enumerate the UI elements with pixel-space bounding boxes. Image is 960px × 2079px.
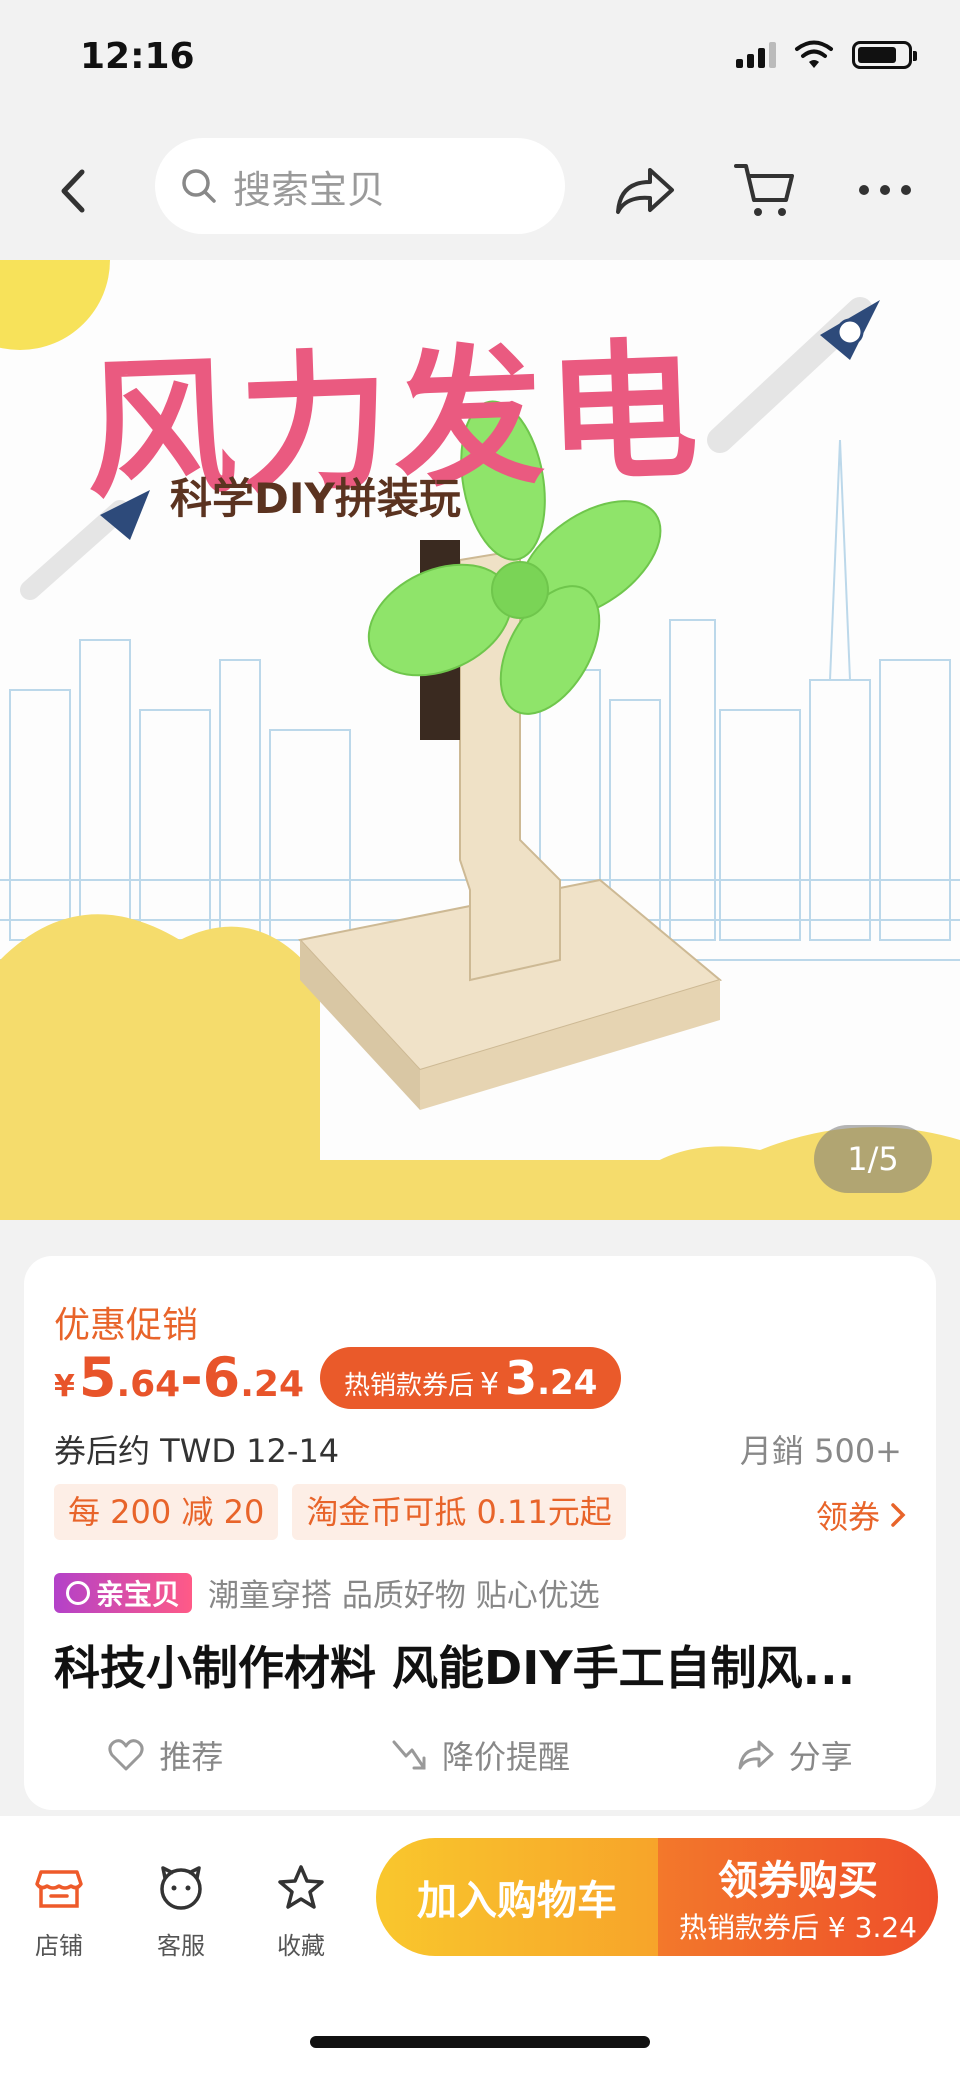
store-label: 店铺: [35, 1932, 83, 1960]
price-range: ¥ 5 .64 - 6 .24: [54, 1346, 304, 1409]
promo-tag: 淘金币可抵 0.11元起: [292, 1484, 626, 1540]
heart-icon: [108, 1739, 144, 1771]
customer-service-label: 客服: [157, 1932, 205, 1960]
customer-service-icon: [160, 1866, 202, 1910]
buy-label: 领券购买: [718, 1858, 878, 1904]
price-high-int: 6: [202, 1346, 241, 1409]
price-row: ¥ 5 .64 - 6 .24 热销款券后 ¥ 3 .24: [54, 1346, 622, 1409]
add-to-cart-button[interactable]: 加入购物车: [376, 1838, 658, 1956]
product-image-carousel[interactable]: 风力发电 科学DIY拼装玩 1/5: [0, 260, 960, 1220]
coupon-buy-button[interactable]: 领券购买 热销款券后 ¥ 3.24: [658, 1838, 938, 1956]
back-icon[interactable]: [50, 166, 100, 216]
share-label: 分享: [788, 1738, 853, 1776]
customer-service-tab[interactable]: 客服: [136, 1862, 226, 1961]
brand-row: 亲宝贝 潮童穿搭 品质好物 贴心优选: [54, 1570, 600, 1615]
action-row: 推荐 降价提醒 分享: [24, 1732, 936, 1778]
price-high-dec: .24: [240, 1364, 305, 1405]
brand-logo-icon: [66, 1580, 90, 1605]
more-icon[interactable]: [852, 160, 918, 220]
price-alert-label: 降价提醒: [441, 1738, 570, 1776]
coupon-badge-text: 热销款券后: [344, 1370, 475, 1401]
monthly-sales: 月銷 500+: [739, 1432, 902, 1470]
promo-tags: 每 200 减 20 淘金币可抵 0.11元起: [54, 1484, 626, 1540]
chevron-right-icon: [891, 1503, 906, 1527]
promo-tag: 每 200 减 20: [54, 1484, 279, 1540]
favorite-label: 收藏: [277, 1932, 325, 1960]
search-placeholder: 搜索宝贝: [233, 167, 386, 212]
star-icon: [278, 1865, 324, 1909]
coupon-badge-currency: ¥: [480, 1366, 500, 1402]
price-alert-button[interactable]: 降价提醒: [390, 1732, 570, 1778]
coupon-price-badge: 热销款券后 ¥ 3 .24: [320, 1346, 622, 1409]
price-currency: ¥: [54, 1369, 75, 1404]
buy-sublabel: 热销款券后 ¥ 3.24: [679, 1911, 917, 1944]
promo-label: 优惠促销: [54, 1305, 199, 1346]
share-button[interactable]: 分享: [737, 1732, 853, 1778]
price-low-dec: .64: [116, 1364, 181, 1405]
product-title: 科技小制作材料 风能DIY手工自制风...: [54, 1641, 856, 1695]
coupon-badge-int: 3: [505, 1350, 538, 1405]
twd-price: 券后约 TWD 12-14: [54, 1432, 340, 1470]
home-indicator: [310, 2036, 650, 2048]
search-input[interactable]: 搜索宝贝: [155, 138, 565, 234]
brand-slogan: 潮童穿搭 品质好物 贴心优选: [208, 1578, 600, 1614]
battery-icon: [852, 41, 917, 69]
page-indicator: 1/5: [814, 1125, 932, 1193]
search-icon: [182, 169, 216, 203]
get-coupon-label: 领券: [815, 1498, 880, 1536]
price-low-int: 5: [78, 1346, 117, 1409]
brand-badge-label: 亲宝贝: [96, 1577, 181, 1611]
coupon-badge-dec: .24: [537, 1362, 598, 1403]
get-coupon-link[interactable]: 领券: [816, 1492, 906, 1538]
status-icons: [736, 40, 917, 70]
status-bar: 12:16: [0, 0, 960, 120]
share-icon[interactable]: [612, 160, 678, 220]
product-info-card: 优惠促销 ¥ 5 .64 - 6 .24 热销款券后 ¥ 3 .24 券后约 T…: [24, 1256, 936, 1810]
top-nav: 搜索宝贝: [0, 130, 960, 250]
price-dash: -: [180, 1346, 203, 1409]
purchase-cta: 加入购物车 领券购买 热销款券后 ¥ 3.24: [376, 1838, 938, 1956]
signal-icon: [736, 42, 776, 68]
store-tab[interactable]: 店铺: [14, 1862, 104, 1961]
status-time: 12:16: [80, 36, 195, 77]
cart-icon[interactable]: [732, 160, 798, 220]
wifi-icon: [795, 40, 833, 68]
price-drop-icon: [392, 1740, 426, 1770]
hero-subtitle: 科学DIY拼装玩: [170, 474, 461, 523]
favorite-tab[interactable]: 收藏: [256, 1862, 346, 1961]
store-icon: [35, 1870, 83, 1908]
brand-badge[interactable]: 亲宝贝: [54, 1572, 193, 1613]
recommend-button[interactable]: 推荐: [107, 1732, 223, 1778]
recommend-label: 推荐: [159, 1738, 224, 1776]
share-icon: [738, 1740, 774, 1770]
